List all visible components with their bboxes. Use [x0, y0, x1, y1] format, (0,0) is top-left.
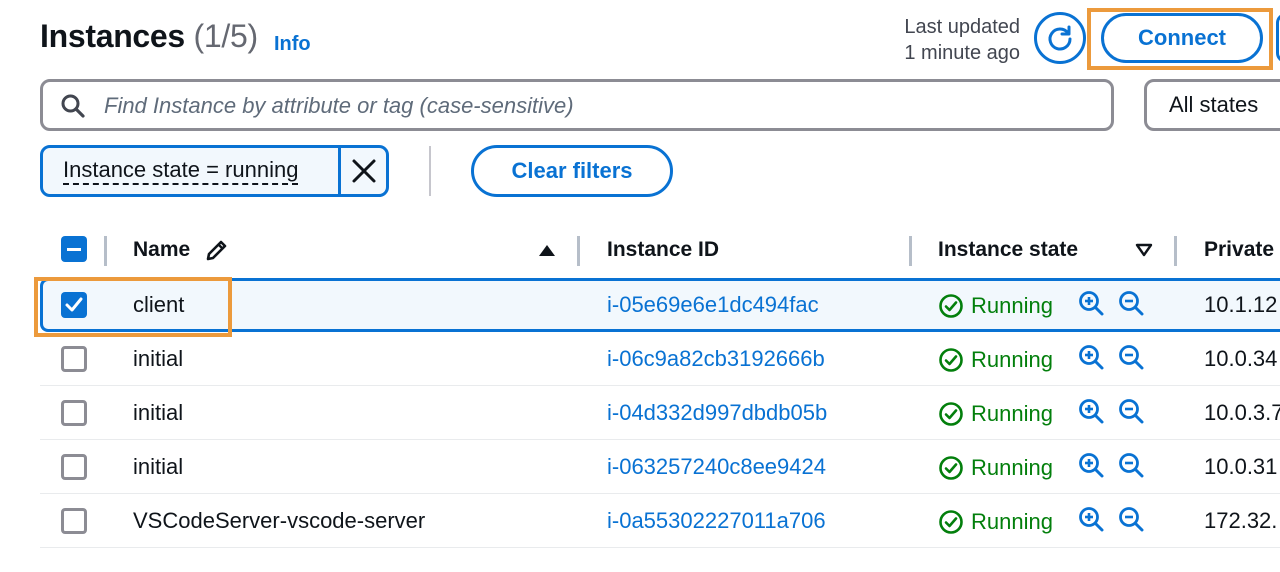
instance-name: initial: [133, 346, 184, 371]
zoom-out-icon[interactable]: [1117, 451, 1145, 479]
page-title: Instances (1/5): [40, 18, 258, 55]
filter-divider: [429, 146, 431, 196]
filter-token-label[interactable]: Instance state = running: [63, 157, 299, 185]
column-divider: [577, 236, 580, 266]
last-updated-value: 1 minute ago: [904, 42, 1020, 64]
select-all-checkbox[interactable]: [61, 236, 87, 262]
refresh-icon: [1048, 25, 1072, 51]
column-header-instance-state[interactable]: Instance state: [938, 238, 1078, 262]
instance-count: (1/5): [193, 18, 259, 54]
refresh-button[interactable]: [1034, 12, 1086, 64]
private-ip: 172.32.: [1204, 508, 1278, 533]
zoom-in-icon[interactable]: [1077, 505, 1105, 533]
instance-state-text: Running: [971, 455, 1053, 480]
instance-name: VSCodeServer-vscode-server: [133, 508, 426, 533]
actions-button[interactable]: [1276, 13, 1280, 63]
private-ip: 10.0.31: [1204, 454, 1278, 479]
search-icon: [61, 94, 85, 118]
page-title-text: Instances: [40, 18, 185, 54]
state-filter-select[interactable]: All states: [1144, 79, 1280, 131]
row-checkbox[interactable]: [61, 400, 87, 426]
instance-state-text: Running: [971, 347, 1053, 372]
last-updated: Last updated 1 minute ago: [880, 14, 1020, 66]
instance-name: initial: [133, 454, 184, 479]
private-ip: 10.1.12: [1204, 292, 1278, 317]
search-input[interactable]: [104, 92, 1104, 120]
status-ok-icon: [939, 294, 963, 318]
instance-state-text: Running: [971, 401, 1053, 426]
column-divider: [104, 236, 107, 266]
last-updated-label: Last updated: [904, 16, 1020, 38]
column-header-name[interactable]: Name: [133, 238, 190, 262]
column-divider: [909, 236, 912, 266]
private-ip: 10.0.3.7: [1204, 400, 1280, 425]
instance-id-link[interactable]: i-0a55302227011a706: [607, 508, 826, 534]
pencil-icon: [206, 240, 227, 261]
instance-id-link[interactable]: i-06c9a82cb3192666b: [607, 346, 825, 372]
zoom-in-icon[interactable]: [1077, 451, 1105, 479]
status-ok-icon: [939, 348, 963, 372]
zoom-in-icon[interactable]: [1077, 289, 1105, 317]
sort-ascending-icon[interactable]: [538, 243, 556, 257]
column-header-instance-id[interactable]: Instance ID: [607, 238, 719, 262]
zoom-in-icon[interactable]: [1077, 397, 1105, 425]
row-checkbox[interactable]: [61, 508, 87, 534]
sort-descending-icon[interactable]: [1135, 243, 1153, 257]
zoom-out-icon[interactable]: [1117, 343, 1145, 371]
zoom-out-icon[interactable]: [1117, 505, 1145, 533]
column-header-private-ip[interactable]: Private: [1204, 238, 1274, 262]
status-ok-icon: [939, 456, 963, 480]
row-checkbox[interactable]: [61, 346, 87, 372]
column-divider: [1174, 236, 1177, 266]
instance-id-link[interactable]: i-04d332d997dbdb05b: [607, 400, 827, 426]
info-link[interactable]: Info: [274, 33, 311, 56]
instance-state-text: Running: [971, 293, 1053, 318]
status-ok-icon: [939, 510, 963, 534]
filter-token-divider: [338, 148, 341, 194]
zoom-out-icon[interactable]: [1117, 289, 1145, 317]
close-icon[interactable]: [351, 158, 377, 184]
zoom-out-icon[interactable]: [1117, 397, 1145, 425]
clear-filters-button[interactable]: Clear filters: [471, 145, 673, 197]
row-checkbox[interactable]: [61, 454, 87, 480]
status-ok-icon: [939, 402, 963, 426]
instance-id-link[interactable]: i-063257240c8ee9424: [607, 454, 826, 480]
connect-button[interactable]: Connect: [1101, 13, 1263, 63]
private-ip: 10.0.34: [1204, 346, 1278, 371]
instance-state-text: Running: [971, 509, 1053, 534]
row-highlight: [34, 277, 232, 337]
zoom-in-icon[interactable]: [1077, 343, 1105, 371]
instance-id-link[interactable]: i-05e69e6e1dc494fac: [607, 292, 819, 318]
instance-name: initial: [133, 400, 184, 425]
